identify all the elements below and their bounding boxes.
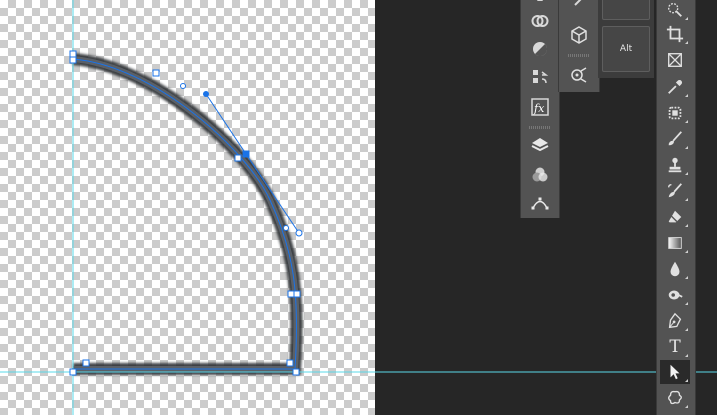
- properties-icon[interactable]: [525, 64, 555, 90]
- frame-tool-icon[interactable]: [660, 48, 690, 72]
- cc-libraries-icon[interactable]: [525, 8, 555, 34]
- document-canvas[interactable]: [0, 0, 375, 415]
- collapsed-panels-strip-secondary: [558, 0, 600, 92]
- brush-tool-icon[interactable]: [660, 127, 690, 151]
- channels-icon[interactable]: [525, 162, 555, 188]
- modifier-key-button[interactable]: [602, 0, 650, 20]
- history-brush-tool-icon[interactable]: [660, 179, 690, 203]
- custom-shape-tool-icon[interactable]: [660, 386, 690, 410]
- eraser-tool-icon[interactable]: [660, 205, 690, 229]
- layers-icon[interactable]: [525, 132, 555, 158]
- styles-fx-icon[interactable]: fx: [525, 94, 555, 120]
- blur-tool-icon[interactable]: [660, 257, 690, 281]
- timeline-icon[interactable]: [564, 62, 594, 88]
- brush-icon[interactable]: [564, 0, 594, 14]
- svg-text:fx: fx: [533, 102, 545, 115]
- dodge-tool-icon[interactable]: [660, 283, 690, 307]
- 3d-cube-icon[interactable]: [564, 22, 594, 48]
- panel-grip[interactable]: [568, 54, 590, 57]
- type-tool-glyph: T: [669, 336, 681, 357]
- alt-key-button[interactable]: Alt: [602, 26, 650, 72]
- panel-grip[interactable]: [529, 126, 551, 129]
- alt-key-label: Alt: [619, 44, 633, 54]
- eyedropper-tool-icon[interactable]: [660, 75, 690, 99]
- collapsed-panels-strip: fx: [520, 0, 560, 218]
- gradient-tool-icon[interactable]: [660, 231, 690, 255]
- path-selection-tool-icon[interactable]: [660, 360, 690, 384]
- paths-icon[interactable]: [525, 190, 555, 216]
- crop-tool-icon[interactable]: [660, 22, 690, 46]
- spot-healing-tool-icon[interactable]: [660, 101, 690, 125]
- pen-tool-icon[interactable]: [660, 309, 690, 333]
- clone-stamp-tool-icon[interactable]: [660, 153, 690, 177]
- quick-selection-tool-icon[interactable]: [660, 0, 690, 22]
- adjustments-icon[interactable]: [525, 36, 555, 62]
- type-tool-icon[interactable]: T: [660, 335, 690, 359]
